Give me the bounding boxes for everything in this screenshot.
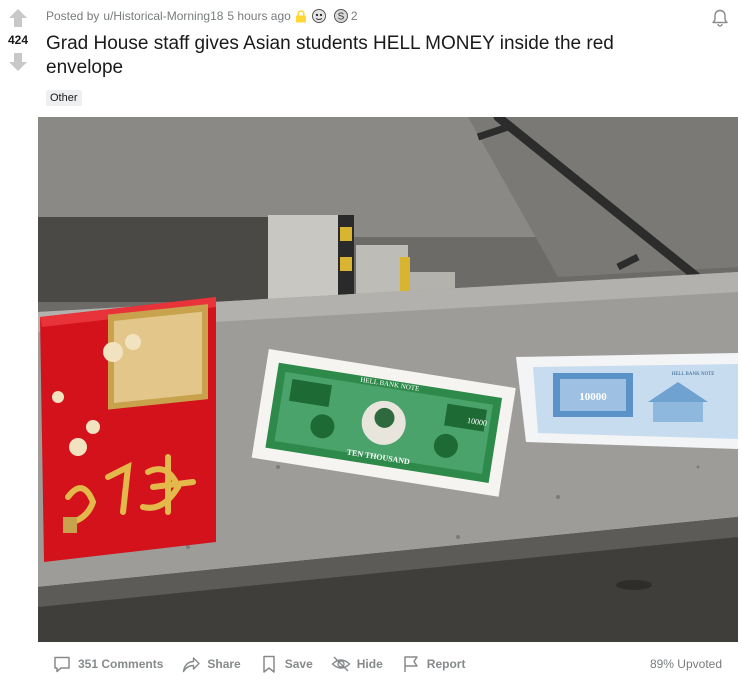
author-link[interactable]: u/Historical-Morning18 (103, 9, 223, 23)
silver-award-icon[interactable]: S (333, 8, 349, 24)
post-meta: Posted by u/Historical-Morning18 5 hours… (46, 8, 358, 24)
post-timestamp[interactable]: 5 hours ago (227, 9, 290, 23)
eye-slash-icon (331, 656, 351, 672)
hide-label: Hide (356, 657, 383, 671)
post-title[interactable]: Grad House staff gives Asian students HE… (46, 32, 666, 80)
blue-note-header: HELL BANK NOTE (672, 372, 715, 377)
post-flair[interactable]: Other (46, 90, 82, 106)
flag-icon (404, 656, 418, 672)
share-icon (183, 657, 201, 673)
downvote-arrow-icon (9, 53, 27, 71)
post-image[interactable]: HELL BANK NOTE TEN THOUSAND 10000 10000 … (38, 117, 738, 642)
lock-icon (295, 9, 306, 22)
share-label: Share (207, 657, 241, 671)
vote-score: 424 (7, 33, 29, 47)
bookmark-icon (262, 655, 275, 673)
award-icon[interactable] (311, 8, 327, 24)
blue-hell-note: 10000 HELL BANK NOTE (516, 353, 738, 449)
comment-icon (54, 656, 70, 673)
upvote-button[interactable] (6, 6, 30, 30)
upvote-arrow-icon (9, 9, 27, 27)
share-button[interactable]: Share (173, 650, 248, 678)
award-count: 2 (350, 9, 358, 23)
hide-button[interactable]: Hide (323, 650, 391, 678)
post-photo: HELL BANK NOTE TEN THOUSAND 10000 10000 … (38, 117, 738, 642)
red-envelope (40, 297, 216, 562)
downvote-button[interactable] (6, 50, 30, 74)
comments-button[interactable]: 351 Comments (44, 650, 171, 678)
svg-text:S: S (337, 12, 344, 23)
post-card: 424 Posted by u/Historical-Morning18 5 h… (0, 0, 742, 694)
save-button[interactable]: Save (251, 650, 321, 678)
bell-icon (712, 9, 728, 27)
vote-column: 424 (0, 6, 36, 74)
notification-bell-button[interactable] (708, 6, 732, 30)
blue-note-value: 10000 (579, 391, 607, 403)
save-label: Save (284, 657, 313, 671)
post-actions-bar: 351 Comments Share Save Hide Report (44, 650, 473, 678)
report-label: Report (426, 657, 466, 671)
upvote-ratio: 89% Upvoted (649, 657, 722, 671)
posted-by-label: Posted by (46, 9, 100, 23)
comments-label: 351 Comments (78, 657, 164, 671)
report-button[interactable]: Report (393, 650, 474, 678)
